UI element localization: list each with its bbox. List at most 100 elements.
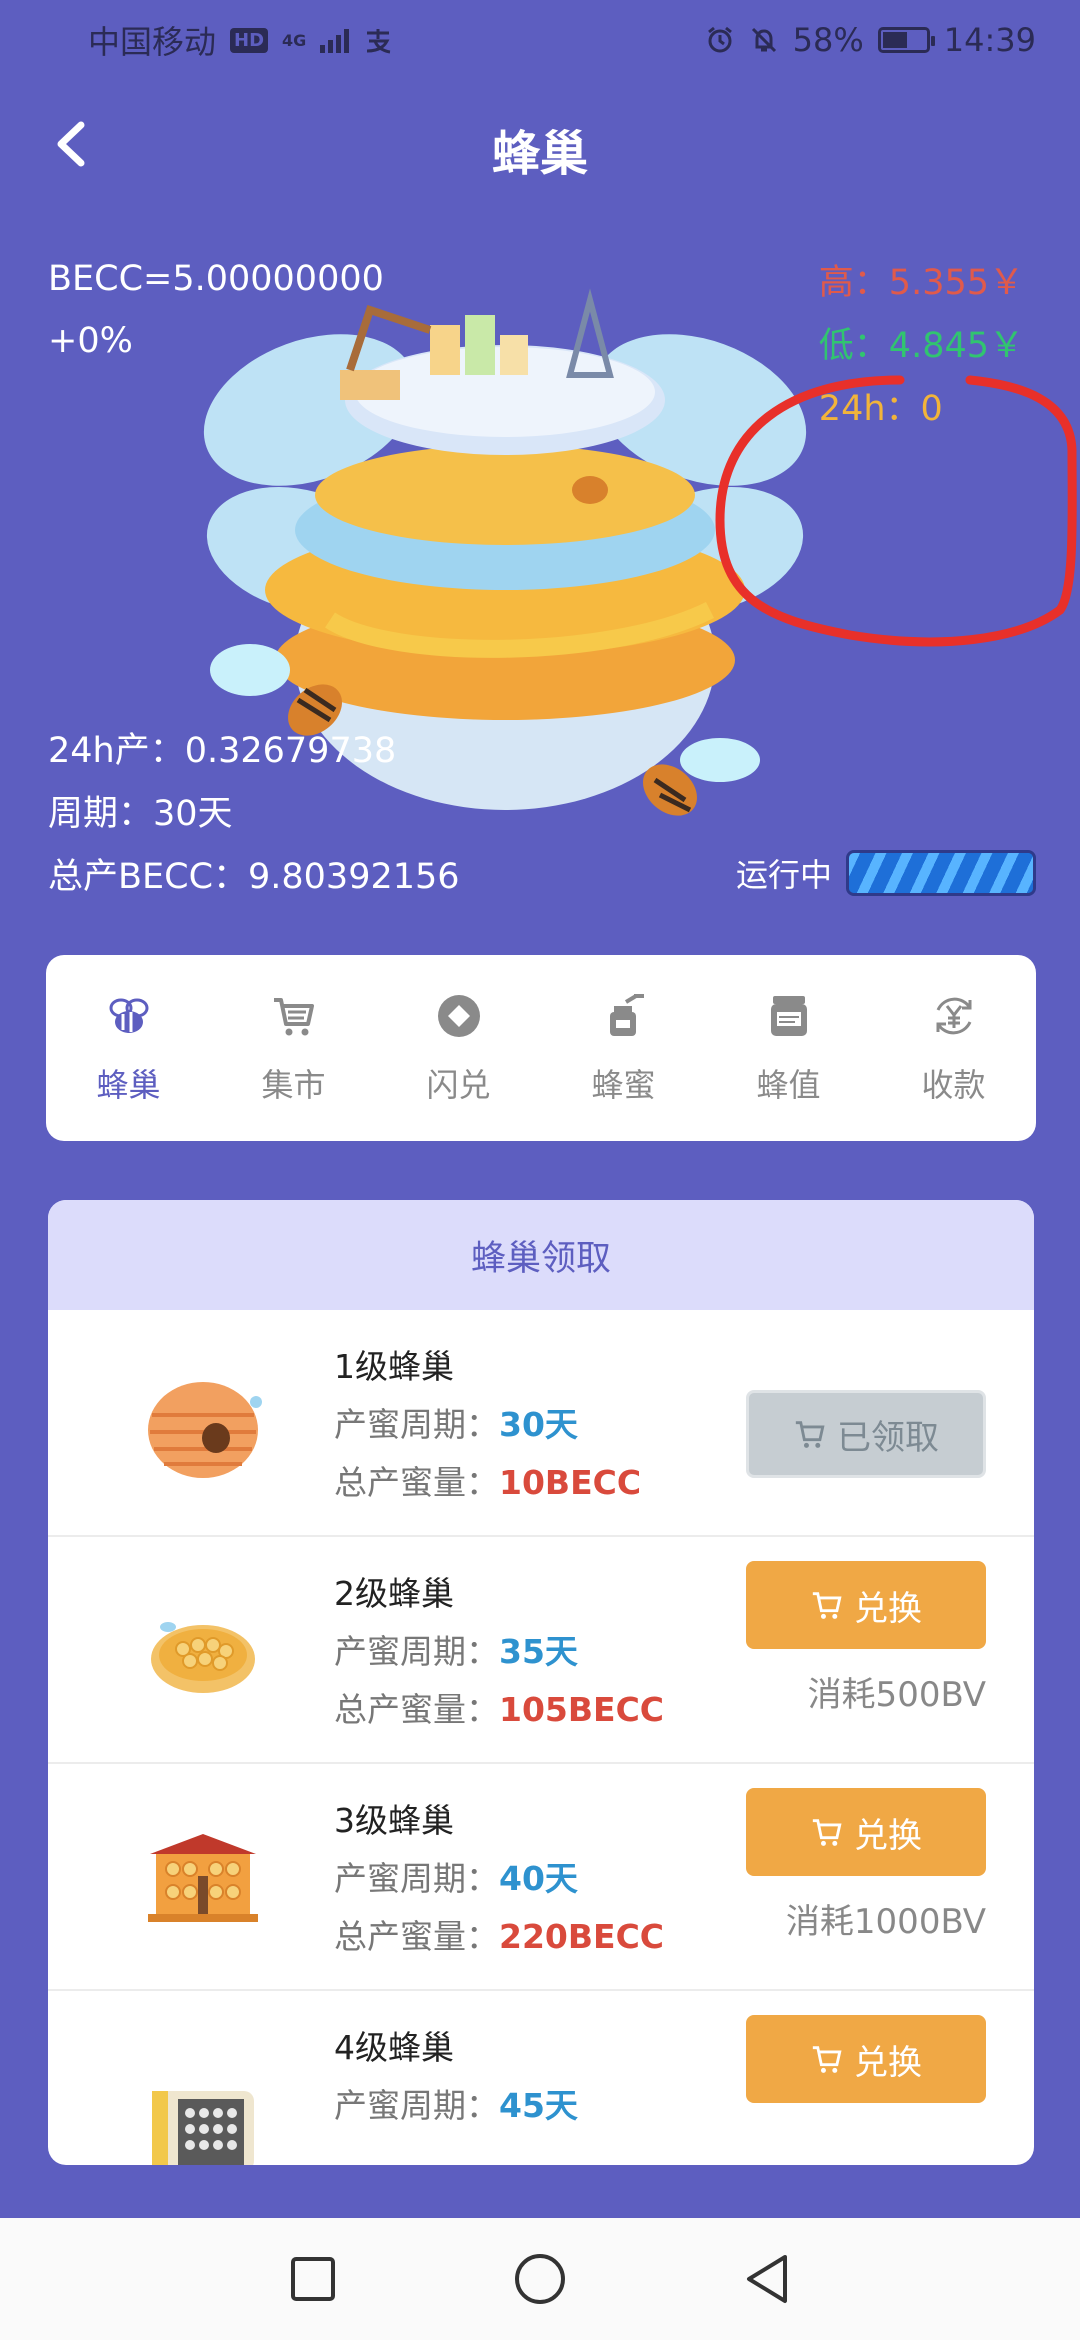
triangle-back-icon (746, 2255, 787, 2303)
feature-nav: 蜂巢 集市 闪兑 蜂蜜 蜂值 收款 (46, 955, 1036, 1141)
battery-percent: 58% (792, 21, 864, 59)
total-production: 总产BECC：9.80392156 (48, 857, 460, 897)
nav-label: 蜂巢 (96, 1066, 161, 1104)
price-change: +0% (48, 321, 133, 361)
clock: 14:39 (943, 21, 1036, 59)
hive-name: 2级蜂巢 (334, 1574, 454, 1613)
running-progress-bar (846, 850, 1036, 896)
hive-info: 1级蜂巢 产蜜周期：30天 总产蜜量：10BECC (334, 1338, 641, 1512)
home-button[interactable] (500, 2239, 580, 2319)
hive-claim-card: 蜂巢领取 1级蜂巢 产蜜周期：30天 总产蜜量：10BECC 已领取 2级蜂巢 … (48, 1200, 1034, 2165)
hive-info: 2级蜂巢 产蜜周期：35天 总产蜜量：105BECC (334, 1565, 664, 1739)
claimed-button[interactable]: 已领取 (746, 1390, 986, 1478)
swap-icon (433, 990, 485, 1042)
nav-label: 收款 (921, 1066, 986, 1104)
circle-icon (514, 2254, 565, 2304)
total-label: 总产蜜量： (334, 1917, 499, 1956)
jar-icon (763, 990, 815, 1042)
price-block: BECC=5.00000000 +0% (48, 248, 384, 372)
becc-price: BECC=5.00000000 (48, 259, 384, 299)
status-bar: 中国移动 HD 4G 58% 14:39 (0, 0, 1080, 80)
cycle-label: 产蜜周期： (334, 2086, 499, 2125)
nav-item-market[interactable]: 集市 (219, 990, 369, 1106)
cart-icon (268, 990, 320, 1042)
nav-label: 集市 (261, 1066, 326, 1104)
list-item: 1级蜂巢 产蜜周期：30天 总产蜜量：10BECC 已领取 (48, 1310, 1034, 1537)
hive-level-4-image (152, 2091, 254, 2165)
list-item: 3级蜂巢 产蜜周期：40天 总产蜜量：220BECC 兑换 消耗1000BV (48, 1764, 1034, 1991)
exchange-button[interactable]: 兑换 (746, 1788, 986, 1876)
hive-level-3-image (148, 1834, 258, 1922)
cycle-value: 35天 (499, 1632, 578, 1671)
status-right: 58% 14:39 (705, 21, 1036, 59)
total-value: 220BECC (499, 1917, 665, 1956)
total-label: 总产蜜量： (334, 1690, 499, 1729)
page-title: 蜂巢 (491, 126, 588, 182)
hive-level-1-image (148, 1382, 262, 1478)
running-status: 运行中 (736, 850, 1036, 896)
network-type: 4G (282, 30, 307, 50)
hive-name: 3级蜂巢 (334, 1801, 454, 1840)
hive-info: 3级蜂巢 产蜜周期：40天 总产蜜量：220BECC (334, 1792, 664, 1966)
yen-icon (928, 990, 980, 1042)
carrier-name: 中国移动 (88, 23, 217, 61)
back-nav-button[interactable] (727, 2239, 807, 2319)
cycle-label: 产蜜周期： (334, 1405, 499, 1444)
hero-section: BECC=5.00000000 +0% 高：5.355￥ 低：4.845￥ 24… (0, 230, 1080, 910)
volume-24h: 24h：0 (818, 389, 943, 429)
cart-icon (812, 2046, 842, 2073)
exchange-cost: 消耗500BV (807, 1675, 986, 1715)
battery-icon (877, 27, 935, 53)
system-navigation-bar (0, 2218, 1080, 2340)
exchange-cost: 消耗1000BV (785, 1902, 986, 1942)
alarm-icon (707, 26, 732, 53)
price-range: 高：5.355￥ 低：4.845￥ 24h：0 (819, 252, 1024, 441)
honey-icon (598, 990, 650, 1042)
total-label: 总产蜜量： (334, 1463, 499, 1502)
hd-badge: HD (230, 27, 269, 53)
alipay-icon (367, 29, 391, 54)
cart-icon (812, 1592, 842, 1619)
price-low: 低：4.845￥ (818, 326, 1024, 366)
exchange-button[interactable]: 兑换 (746, 1561, 986, 1649)
list-item: 2级蜂巢 产蜜周期：35天 总产蜜量：105BECC 兑换 消耗500BV (48, 1537, 1034, 1764)
price-high: 高：5.355￥ (818, 263, 1024, 303)
period: 周期：30天 (48, 794, 233, 834)
hive-claim-title: 蜂巢领取 (48, 1200, 1034, 1310)
running-label: 运行中 (735, 856, 832, 894)
cart-icon (812, 1819, 842, 1846)
cycle-label: 产蜜周期： (334, 1859, 499, 1898)
nav-label: 闪兑 (426, 1066, 491, 1104)
nav-item-swap[interactable]: 闪兑 (384, 990, 534, 1106)
nav-item-hive[interactable]: 蜂巢 (54, 990, 204, 1106)
hive-name: 1级蜂巢 (334, 1347, 454, 1386)
total-value: 105BECC (499, 1690, 665, 1729)
list-item: 4级蜂巢 产蜜周期：45天 兑换 (48, 1991, 1034, 2165)
production-24h: 24h产：0.32679738 (48, 731, 397, 771)
nav-label: 蜂蜜 (591, 1066, 656, 1104)
nav-item-value[interactable]: 蜂值 (714, 990, 864, 1106)
hive-info: 4级蜂巢 产蜜周期：45天 (334, 2019, 578, 2135)
button-label: 兑换 (854, 1815, 922, 1856)
hive-stats: 24h产：0.32679738 周期：30天 总产BECC：9.80392156 (48, 720, 460, 909)
exchange-button[interactable]: 兑换 (746, 2015, 986, 2103)
nav-item-receive[interactable]: 收款 (879, 990, 1029, 1106)
hive-name: 4级蜂巢 (334, 2028, 454, 2067)
bee-top (572, 476, 608, 504)
cycle-value: 40天 (499, 1859, 578, 1898)
total-value: 10BECC (499, 1463, 642, 1502)
button-label: 兑换 (854, 2042, 922, 2083)
nav-item-honey[interactable]: 蜂蜜 (549, 990, 699, 1106)
cart-icon (795, 1421, 825, 1448)
signal-icon (320, 27, 350, 53)
bee-icon (103, 990, 155, 1042)
cycle-value: 45天 (499, 2086, 578, 2125)
cycle-value: 30天 (499, 1405, 578, 1444)
hive-level-2-image (151, 1622, 255, 1693)
cycle-label: 产蜜周期： (334, 1632, 499, 1671)
mute-bell-icon (751, 27, 776, 53)
app-header: 蜂巢 (0, 100, 1080, 190)
recent-apps-button[interactable] (273, 2239, 353, 2319)
button-label: 兑换 (854, 1588, 922, 1629)
square-icon (291, 2257, 336, 2301)
